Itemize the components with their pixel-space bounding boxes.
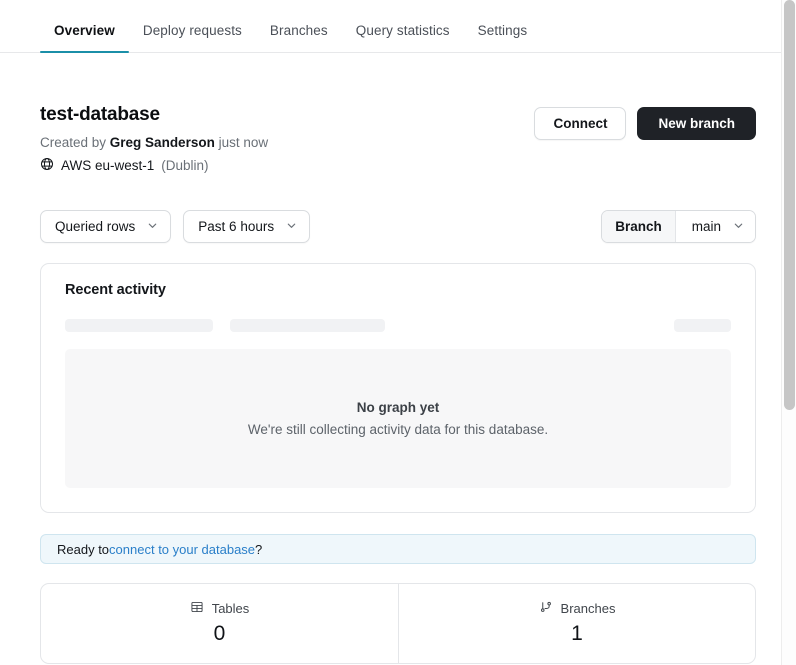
new-branch-button[interactable]: New branch (637, 107, 756, 140)
tab-overview[interactable]: Overview (40, 22, 129, 53)
skeleton-bar (65, 319, 213, 333)
header-actions: Connect New branch (534, 103, 756, 140)
timerange-select[interactable]: Past 6 hours (183, 210, 311, 244)
region-line: AWS eu-west-1 (Dublin) (40, 157, 268, 176)
connect-banner-suffix: ? (255, 541, 263, 557)
stat-tables-label: Tables (211, 601, 250, 617)
stat-card-tables[interactable]: Tables 0 (41, 584, 398, 663)
connect-banner-prefix: Ready to (57, 541, 110, 557)
stat-branches-label: Branches (560, 601, 616, 617)
legend-skeleton-row (65, 319, 731, 333)
graph-empty-subtitle: We're still collecting activity data for… (247, 422, 549, 438)
tab-overview-label: Overview (54, 22, 115, 38)
connect-database-link[interactable]: connect to your database (109, 542, 255, 557)
filter-group-left: Queried rows Past 6 hours (40, 210, 311, 244)
created-by-user: Greg Sanderson (109, 134, 215, 150)
chevron-down-icon (733, 219, 744, 234)
tab-query-statistics-label: Query statistics (355, 22, 450, 38)
branch-name: main (691, 219, 721, 235)
database-identity: test-database Created by Greg Sanderson … (40, 103, 268, 176)
tab-query-statistics[interactable]: Query statistics (342, 22, 464, 53)
database-header: test-database Created by Greg Sanderson … (40, 53, 756, 176)
tab-settings[interactable]: Settings (464, 22, 542, 53)
graph-empty-state: No graph yet We're still collecting acti… (65, 349, 731, 489)
primary-tab-bar: Overview Deploy requests Branches Query … (0, 0, 796, 53)
database-overview-page: Overview Deploy requests Branches Query … (0, 0, 796, 665)
region-name: AWS eu-west-1 (61, 158, 155, 174)
globe-icon (40, 157, 54, 176)
stat-branches-head: Branches (539, 600, 616, 617)
timerange-select-label: Past 6 hours (198, 219, 275, 235)
chevron-down-icon (286, 219, 297, 234)
recent-activity-card: Recent activity No graph yet We're still… (40, 263, 756, 514)
table-icon (190, 600, 204, 617)
metric-select[interactable]: Queried rows (40, 210, 172, 244)
tab-deploy-requests[interactable]: Deploy requests (129, 22, 256, 53)
connect-banner: Ready to connect to your database? (40, 534, 756, 565)
created-by-line: Created by Greg Sanderson just now (40, 134, 268, 152)
page-scrollbar-thumb[interactable] (784, 0, 795, 410)
tab-deploy-requests-label: Deploy requests (142, 22, 242, 38)
stat-tables-head: Tables (190, 600, 250, 617)
metric-select-label: Queried rows (55, 219, 136, 235)
chevron-down-icon (147, 219, 158, 234)
branch-selector: Branch main (601, 210, 756, 244)
tab-branches-label: Branches (269, 22, 328, 38)
tab-branches[interactable]: Branches (256, 22, 342, 53)
created-by-prefix: Created by (40, 134, 110, 150)
tab-settings-label: Settings (477, 22, 528, 38)
skeleton-bar (674, 319, 731, 333)
recent-activity-title: Recent activity (65, 282, 166, 299)
stat-branches-value: 1 (571, 622, 583, 646)
page-title: test-database (40, 104, 160, 125)
branch-selector-label: Branch (602, 211, 676, 243)
region-city: (Dublin) (161, 158, 209, 174)
page-scrollbar[interactable] (781, 0, 796, 665)
stat-tables-value: 0 (213, 622, 226, 646)
graph-empty-title: No graph yet (356, 400, 440, 416)
page-body: test-database Created by Greg Sanderson … (0, 53, 796, 665)
created-by-time: just now (214, 134, 269, 150)
git-branch-icon (539, 600, 553, 617)
filter-row: Queried rows Past 6 hours Branch main (40, 210, 756, 244)
stat-card-branches[interactable]: Branches 1 (398, 584, 755, 664)
skeleton-bar (230, 319, 385, 333)
branch-selector-value[interactable]: main (675, 211, 755, 243)
stats-row: Tables 0 Branches 1 (40, 583, 756, 665)
connect-button[interactable]: Connect (534, 107, 627, 140)
